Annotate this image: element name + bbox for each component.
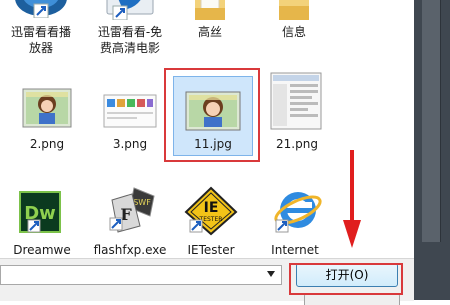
file-item-dreamweaver[interactable]: Dw Dreamwe: [0, 190, 90, 258]
open-button-highlight-box: [289, 263, 403, 295]
scrollbar-track[interactable]: [422, 0, 441, 242]
swf-text: SWF: [133, 198, 151, 207]
file-item-folder-xinxi[interactable]: 信息: [255, 0, 333, 48]
file-list: 迅雷看看播 放器 迅雷看看-免 费高清电影 高丝 信息 2.png 3.png …: [0, 0, 414, 258]
file-label: 3.png: [112, 137, 148, 151]
file-item-xunlei-player[interactable]: 迅雷看看播 放器: [2, 0, 80, 62]
file-label: 信息: [281, 25, 306, 39]
file-label-line2: 放器: [28, 41, 53, 55]
image-thumbnail-icon: [270, 72, 322, 130]
file-label: IETester: [187, 243, 235, 257]
dreamweaver-icon: Dw: [18, 190, 62, 234]
arrow-down-icon: [343, 150, 361, 248]
chevron-down-icon[interactable]: [267, 271, 275, 277]
file-label-line2: 费高清电影: [99, 41, 160, 55]
file-label: Dreamwe: [13, 243, 71, 257]
file-item-2png[interactable]: 2.png: [8, 88, 86, 154]
file-item-3png[interactable]: 3.png: [91, 88, 169, 154]
file-label: 迅雷看看播: [10, 25, 71, 39]
folder-icon: [277, 0, 311, 20]
image-thumbnail-icon: [103, 94, 157, 128]
folder-icon: [193, 0, 227, 20]
file-item-21png[interactable]: 21.png: [258, 72, 336, 154]
file-label: Internet: [271, 243, 319, 257]
ietester-icon: IE TESTER: [184, 186, 238, 236]
xunlei-player-icon: [14, 0, 68, 19]
xunlei-movie-icon: [101, 0, 159, 21]
internet-explorer-icon: [270, 186, 322, 236]
file-label: 迅雷看看-免: [97, 25, 163, 39]
selection-highlight-box: [164, 68, 260, 162]
file-item-internet-explorer[interactable]: Internet: [256, 186, 334, 258]
file-label: 高丝: [197, 25, 222, 39]
file-item-flashfxp[interactable]: SWF F flashfxp.exe: [88, 186, 172, 258]
file-item-folder-gaosi[interactable]: 高丝: [171, 0, 249, 48]
vertical-scrollbar[interactable]: [414, 0, 450, 300]
flashfxp-icon: SWF F: [104, 186, 156, 234]
file-label: flashfxp.exe: [93, 243, 167, 257]
file-type-dropdown[interactable]: [0, 265, 282, 285]
file-label: 2.png: [29, 137, 65, 151]
image-thumbnail-icon: [22, 88, 72, 128]
file-item-xunlei-movie[interactable]: 迅雷看看-免 费高清电影: [91, 0, 169, 62]
file-item-ietester[interactable]: IE TESTER IETester: [172, 186, 250, 258]
file-label: 21.png: [276, 137, 318, 151]
ie-text: IE: [204, 200, 219, 216]
